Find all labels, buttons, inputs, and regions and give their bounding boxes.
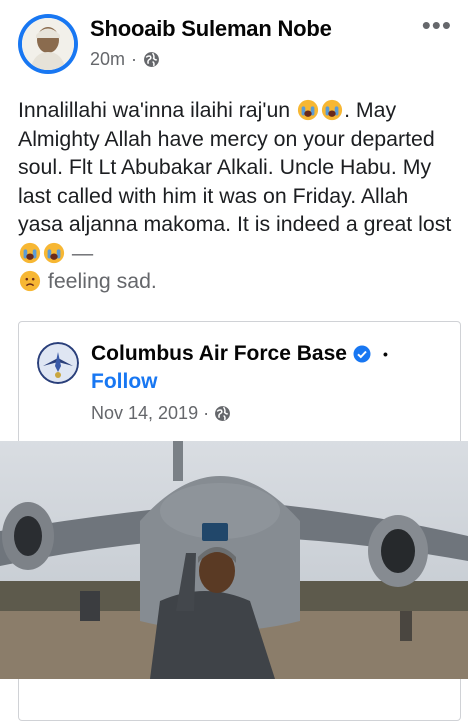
post-time[interactable]: 20m: [90, 49, 125, 70]
page-name[interactable]: Columbus Air Force Base: [91, 342, 347, 366]
author-photo: [22, 18, 74, 70]
post-text: Innalillahi wa'inna ilaihi raj'un . May …: [18, 96, 458, 296]
crying-face-emoji: [297, 99, 319, 121]
globe-icon: [215, 406, 231, 421]
page-logo[interactable]: [37, 342, 79, 384]
follow-button[interactable]: Follow: [91, 370, 158, 394]
date-separator: ·: [203, 403, 210, 423]
shared-post-photo[interactable]: [0, 441, 468, 679]
globe-icon: [144, 52, 159, 67]
shared-post-meta: Nov 14, 2019 ·: [91, 403, 231, 424]
more-options-button[interactable]: •••: [422, 10, 452, 41]
dot-separator: •: [382, 346, 388, 362]
feeling-label[interactable]: feeling sad.: [42, 269, 157, 293]
post-meta: 20m ·: [90, 49, 160, 70]
post-text-part-1: Innalillahi wa'inna ilaihi raj'un: [18, 98, 297, 122]
author-name[interactable]: Shooaib Suleman Nobe: [90, 16, 332, 42]
shared-post-date[interactable]: Nov 14, 2019: [91, 403, 198, 424]
post-header: Shooaib Suleman Nobe 20m · •••: [0, 0, 468, 90]
sad-face-emoji: [19, 270, 41, 292]
airplane-selfie-photo: [0, 441, 468, 679]
verified-badge-icon: [353, 345, 371, 363]
crying-face-emoji: [321, 99, 343, 121]
post-text-dash: —: [66, 240, 94, 265]
author-avatar[interactable]: [18, 14, 78, 74]
meta-separator: ·: [131, 49, 138, 69]
crying-face-emoji: [43, 242, 65, 263]
crying-face-emoji: [19, 242, 41, 263]
air-force-emblem-icon: [37, 342, 79, 384]
page-name-row: Columbus Air Force Base •: [91, 342, 388, 366]
